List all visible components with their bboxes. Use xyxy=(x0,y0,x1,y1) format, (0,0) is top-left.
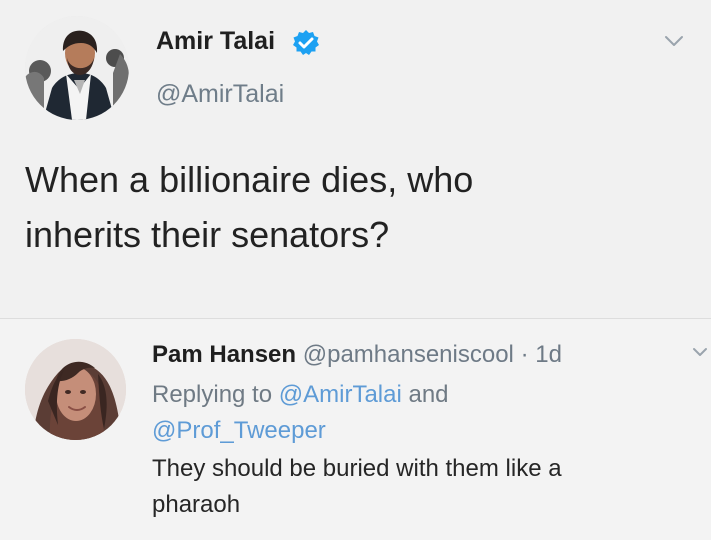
reply-text-line: pharaoh xyxy=(152,491,241,518)
reply-text-line: They should be buried with them like a xyxy=(152,455,562,482)
tweet-author-name[interactable]: Amir Talai xyxy=(156,27,275,56)
reply-text: They should be buried with them like a p… xyxy=(152,451,672,523)
tweet-author-handle[interactable]: @AmirTalai xyxy=(156,80,284,109)
amir-talai-avatar-image xyxy=(25,16,129,120)
reply-header: Pam Hansen @pamhanseniscool · 1d xyxy=(152,337,562,373)
pam-hansen-avatar[interactable] xyxy=(25,339,126,440)
timestamp-separator: · xyxy=(520,341,529,368)
reply-tweet: Pam Hansen @pamhanseniscool · 1d Replyin… xyxy=(0,319,711,540)
replying-to-line: @Prof_Tweeper xyxy=(152,413,672,449)
replying-to-context: Replying to @AmirTalai and @Prof_Tweeper xyxy=(152,377,672,449)
reply-author-name[interactable]: Pam Hansen xyxy=(152,341,296,368)
tweet-text: When a billionaire dies, who inherits th… xyxy=(25,152,665,262)
replying-to-connector: and xyxy=(408,381,449,408)
replying-to-line: Replying to @AmirTalai and xyxy=(152,377,672,413)
chevron-down-icon[interactable] xyxy=(692,346,708,358)
reply-author-handle[interactable]: @pamhanseniscool xyxy=(303,341,514,368)
tweet-text-line: When a billionaire dies, who xyxy=(25,159,474,200)
mentioned-user-link[interactable]: @AmirTalai xyxy=(279,381,402,408)
chevron-down-icon[interactable] xyxy=(664,34,684,48)
tweet-text-line: inherits their senators? xyxy=(25,214,390,255)
replying-to-label: Replying to xyxy=(152,381,273,408)
verified-badge-icon xyxy=(293,30,319,55)
amir-talai-avatar[interactable] xyxy=(25,16,129,120)
pam-hansen-avatar-image xyxy=(25,339,126,440)
mentioned-user-link[interactable]: @Prof_Tweeper xyxy=(152,417,326,444)
tweet-screenshot: Amir Talai @AmirTalai When a billionaire… xyxy=(0,0,711,540)
reply-timestamp[interactable]: 1d xyxy=(535,341,562,368)
original-tweet: Amir Talai @AmirTalai When a billionaire… xyxy=(0,0,711,318)
